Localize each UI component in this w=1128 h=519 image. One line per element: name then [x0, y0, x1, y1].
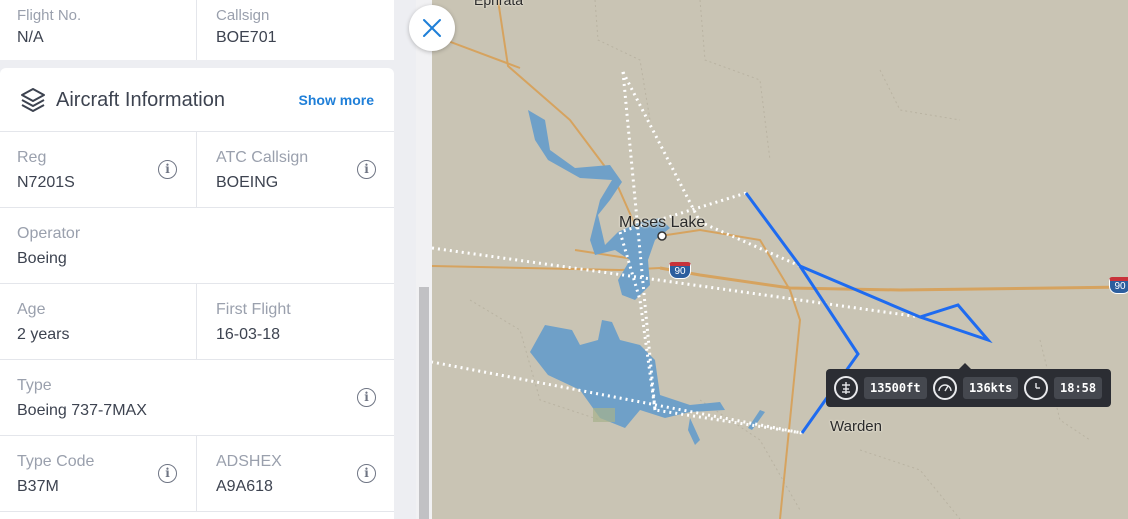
field-label: Type: [17, 377, 52, 394]
field-type: Type Boeing 737-7MAX i: [0, 360, 394, 436]
moses-lake-marker: [657, 231, 667, 241]
field-label: Age: [17, 301, 46, 318]
field-label: Callsign: [216, 7, 270, 24]
park-area: [593, 408, 615, 422]
city-label-moses-lake: Moses Lake: [619, 214, 706, 231]
field-value: 16-03-18: [216, 326, 281, 343]
field-flight-no: Flight No. N/A: [0, 0, 197, 60]
speedometer-icon: [933, 376, 957, 400]
field-reg: Reg N7201S i: [0, 132, 197, 208]
field-value: N7201S: [17, 174, 75, 191]
speed-value: 136kts: [963, 377, 1019, 399]
field-label: Reg: [17, 149, 47, 166]
field-value: Boeing: [17, 250, 67, 267]
field-value: N/A: [17, 29, 44, 46]
field-value: 2 years: [17, 326, 70, 343]
field-adshex: ADSHEX A9A618 i: [197, 436, 394, 512]
flight-summary-card: Flight No. N/A Callsign BOE701: [0, 0, 394, 60]
close-panel-button[interactable]: [409, 5, 455, 51]
info-icon[interactable]: i: [158, 160, 177, 179]
flight-tooltip: 13500ft 136kts 18:58: [826, 363, 1111, 407]
layers-icon: [20, 86, 46, 117]
info-icon[interactable]: i: [357, 388, 376, 407]
boundary-lines: [469, 0, 1091, 519]
field-label: ADSHEX: [216, 453, 282, 470]
flight-details-panel: Flight No. N/A Callsign BOE701 Aircraft …: [0, 0, 416, 519]
section-title: Aircraft Information: [56, 89, 225, 111]
field-label: Operator: [17, 225, 81, 242]
field-callsign: Callsign BOE701: [197, 0, 394, 60]
roads: [431, 0, 1128, 519]
field-atc-callsign: ATC Callsign BOEING i: [197, 132, 394, 208]
time-value: 18:58: [1054, 377, 1103, 399]
close-icon: [423, 19, 441, 37]
field-label: First Flight: [216, 301, 291, 318]
clock-icon: [1024, 376, 1048, 400]
field-label: ATC Callsign: [216, 149, 309, 166]
panel-scrollbar-thumb[interactable]: [419, 287, 429, 519]
altitude-icon: [834, 376, 858, 400]
info-icon[interactable]: i: [158, 464, 177, 483]
field-age: Age 2 years: [0, 284, 197, 360]
altitude-value: 13500ft: [864, 377, 927, 399]
interstate-shield: 90: [1109, 277, 1128, 294]
aircraft-info-header: Aircraft Information Show more: [0, 68, 394, 132]
field-operator: Operator Boeing: [0, 208, 394, 284]
info-icon[interactable]: i: [357, 464, 376, 483]
interstate-shield: 90: [669, 262, 691, 279]
field-value: B37M: [17, 478, 59, 495]
field-label: Flight No.: [17, 7, 82, 24]
field-value: BOEING: [216, 174, 279, 191]
field-type-code: Type Code B37M i: [0, 436, 197, 512]
field-value: Boeing 737-7MAX: [17, 402, 147, 419]
field-first-flight: First Flight 16-03-18: [197, 284, 394, 360]
show-more-link[interactable]: Show more: [299, 92, 374, 108]
field-label: Type Code: [17, 453, 95, 470]
info-icon[interactable]: i: [357, 160, 376, 179]
city-label-ephrata: Ephrata: [474, 0, 524, 8]
aircraft-info-card: Reg N7201S i ATC Callsign BOEING i Opera…: [0, 132, 394, 519]
city-label-warden: Warden: [830, 418, 882, 435]
field-value: A9A618: [216, 478, 273, 495]
field-value: BOE701: [216, 29, 277, 46]
